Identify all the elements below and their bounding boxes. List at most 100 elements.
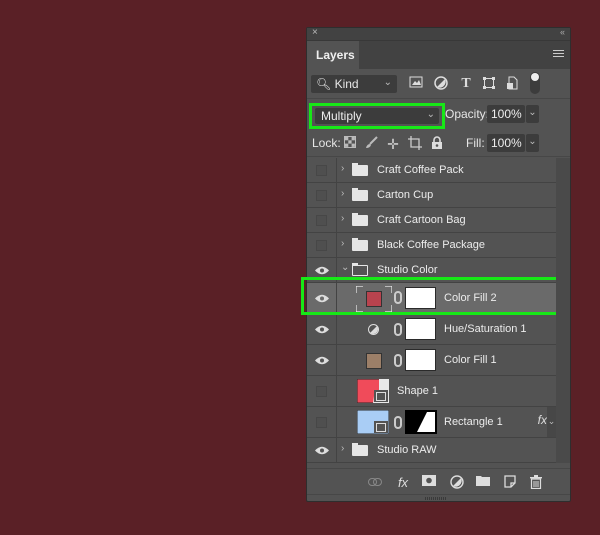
layer-style-fx-icon[interactable]: fx [396,475,410,490]
pixel-layer-filter-icon[interactable] [408,76,424,92]
layer-name: Hue/Saturation 1 [444,323,527,335]
visibility-toggle[interactable] [307,283,337,313]
blend-row: Multiply ⌄ Opacity: 100% ⌄ [307,99,570,129]
visibility-toggle[interactable] [307,314,337,344]
delete-layer-icon[interactable] [529,475,543,490]
fill-color-thumbnail[interactable] [366,291,382,307]
visibility-toggle[interactable] [307,208,337,232]
layer-row-color-fill-1[interactable]: Color Fill 1 [307,345,556,376]
fill-dropdown-button[interactable]: ⌄ [526,134,539,152]
visibility-toggle[interactable] [307,407,337,437]
layer-name: Rectangle 1 [444,416,503,428]
eye-icon [315,325,329,334]
opacity-label: Opacity: [445,107,490,121]
shape-layer-filter-icon[interactable] [481,76,497,92]
vector-mask-thumbnail[interactable] [405,410,437,434]
link-icon[interactable] [394,416,402,429]
chevron-right-icon[interactable]: › [341,163,344,174]
layer-name: Carton Cup [377,189,434,201]
layer-name: Craft Cartoon Bag [377,214,466,226]
panel-titlebar: × ‹‹ [307,27,570,41]
layer-row-carton-cup[interactable]: › Carton Cup [307,183,556,208]
type-layer-filter-icon[interactable]: T [458,76,474,92]
opacity-input[interactable]: 100% [487,105,525,123]
fill-color-thumbnail[interactable] [366,353,382,369]
close-icon[interactable]: × [312,27,318,38]
highlight-box: Multiply ⌄ [309,103,445,129]
visibility-toggle[interactable] [307,438,337,462]
adjustment-layer-filter-icon[interactable] [433,76,449,92]
new-group-icon[interactable] [476,475,490,489]
expand-effects-chevron[interactable]: ⌄ [547,407,556,437]
layer-mask-thumbnail[interactable] [405,318,436,340]
eye-icon [315,294,329,303]
kind-filter-dropdown[interactable]: 🔍︎ Kind ⌄ [311,75,397,93]
chevron-right-icon[interactable]: › [341,188,344,199]
new-adjustment-layer-icon[interactable] [450,475,464,489]
layer-row-color-fill-2[interactable]: Color Fill 2 [307,283,556,314]
fill-input[interactable]: 100% [487,134,525,152]
lock-position-icon[interactable]: ✛ [386,136,400,152]
lock-row: Lock: ✛ Fill: 100% ⌄ [307,129,570,157]
link-layers-icon[interactable] [368,475,382,489]
layer-name: Color Fill 1 [444,354,497,366]
chevron-down-icon: ⌄ [426,109,435,120]
filter-toggle[interactable] [530,72,540,94]
layer-row-craft-coffee-pack[interactable]: › Craft Coffee Pack [307,158,556,183]
lock-artboard-icon[interactable] [408,136,422,150]
link-icon[interactable] [394,354,402,367]
visibility-toggle[interactable] [307,376,337,406]
visibility-toggle[interactable] [307,233,337,257]
link-icon[interactable] [394,291,402,304]
chevron-down-icon[interactable]: ⌄ [341,262,349,273]
layer-mask-thumbnail[interactable] [405,287,436,309]
chevron-right-icon[interactable]: › [341,238,344,249]
lock-image-pixels-icon[interactable] [364,136,378,150]
kind-label: Kind [334,77,359,91]
visibility-box [316,386,327,397]
lock-transparent-pixels-icon[interactable] [343,136,357,150]
visibility-box [316,240,327,251]
layers-list: › Craft Coffee Pack › Carton Cup › Craft… [301,158,560,463]
collapse-icon[interactable]: ‹‹ [560,27,565,37]
smart-object-filter-icon[interactable] [504,76,520,92]
eye-icon [315,446,329,455]
eye-icon [315,266,329,275]
layer-row-shape-1[interactable]: Shape 1 [307,376,556,407]
shape-thumbnail[interactable] [357,379,389,403]
visibility-toggle[interactable] [307,158,337,182]
opacity-dropdown-button[interactable]: ⌄ [526,105,539,123]
hamburger-icon[interactable] [553,50,564,59]
visibility-box [316,190,327,201]
layer-row-studio-color[interactable]: ⌄ Studio Color [307,258,556,283]
lock-all-icon[interactable] [430,136,444,150]
link-icon[interactable] [394,323,402,336]
layer-name: Studio Color [377,264,438,276]
folder-icon [352,443,368,456]
chevron-right-icon[interactable]: › [341,213,344,224]
visibility-toggle[interactable] [307,258,337,282]
layer-row-rectangle-1[interactable]: Rectangle 1 fx ⌄ [307,407,556,438]
layer-row-craft-cartoon-bag[interactable]: › Craft Cartoon Bag [307,208,556,233]
layer-row-hue-saturation-1[interactable]: Hue/Saturation 1 [307,314,556,345]
blend-mode-value: Multiply [321,109,362,123]
layer-name: Studio RAW [377,444,437,456]
add-mask-icon[interactable] [422,475,436,489]
new-layer-icon[interactable] [503,475,517,489]
visibility-box [316,417,327,428]
scrollbar[interactable] [556,158,570,463]
chevron-right-icon[interactable]: › [341,443,344,454]
layer-row-black-coffee-package[interactable]: › Black Coffee Package [307,233,556,258]
layer-name: Craft Coffee Pack [377,164,464,176]
visibility-toggle[interactable] [307,183,337,207]
shape-thumbnail[interactable] [357,410,389,434]
layer-row-studio-raw[interactable]: › Studio RAW [307,438,556,463]
blend-mode-dropdown[interactable]: Multiply ⌄ [315,108,439,124]
resize-grip[interactable] [307,494,570,501]
visibility-toggle[interactable] [307,345,337,375]
fx-icon[interactable]: fx [538,413,547,427]
chevron-down-icon: ⌄ [383,77,392,88]
layer-mask-thumbnail[interactable] [405,349,436,371]
lock-label: Lock: [312,136,341,150]
tab-layers[interactable]: Layers [307,41,359,69]
